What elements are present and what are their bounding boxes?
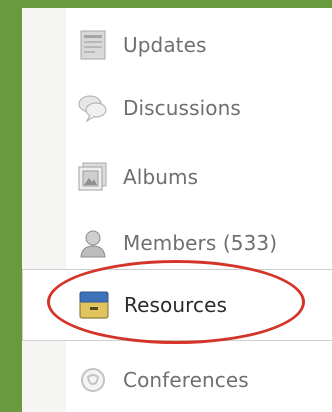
sidebar-item-label: Resources xyxy=(124,293,228,317)
albums-icon xyxy=(78,162,108,192)
sidebar-item-albums[interactable]: Albums xyxy=(22,148,332,206)
discussions-icon xyxy=(78,93,108,123)
sidebar-item-discussions[interactable]: Discussions xyxy=(22,79,332,137)
updates-icon xyxy=(78,30,108,60)
sidebar-item-label: Conferences xyxy=(123,368,249,392)
sidebar-item-updates[interactable]: Updates xyxy=(22,16,332,74)
sidebar-item-members[interactable]: Members (533) xyxy=(22,214,332,272)
sidebar-item-label: Members (533) xyxy=(123,231,278,255)
members-icon xyxy=(78,228,108,258)
sidebar-item-conferences[interactable]: Conferences xyxy=(22,351,332,409)
sidebar-item-label: Discussions xyxy=(123,96,241,120)
sidebar-item-label: Updates xyxy=(123,33,207,57)
resources-icon xyxy=(79,290,109,320)
conferences-icon xyxy=(78,365,108,395)
sidebar-item-resources[interactable]: Resources xyxy=(22,269,332,341)
sidebar-item-label: Albums xyxy=(123,165,199,189)
